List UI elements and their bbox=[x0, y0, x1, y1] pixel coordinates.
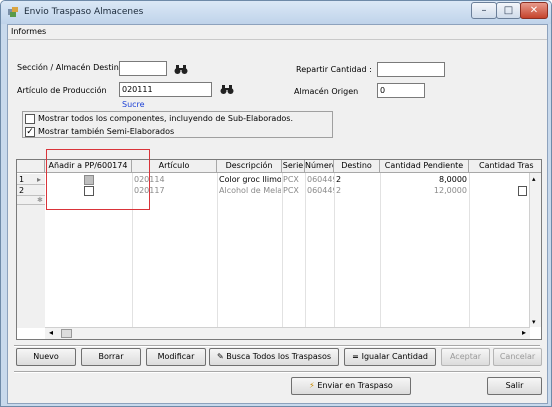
grid-line bbox=[469, 173, 470, 327]
cell-serie: PCX bbox=[283, 186, 299, 195]
row-traspaso-field[interactable] bbox=[518, 186, 527, 196]
articulo-label: Artículo de Producción bbox=[17, 86, 107, 95]
row-indicator[interactable]: 1 ▸ bbox=[17, 174, 45, 185]
igualar-label: Igualar Cantidad bbox=[361, 352, 428, 361]
new-row-icon: ✱ bbox=[37, 196, 43, 204]
cell-descripcion: Color groc llimona bbox=[219, 175, 281, 184]
articulo-input[interactable]: 020111 bbox=[119, 82, 212, 97]
col-header-serie[interactable]: Serie bbox=[282, 160, 305, 173]
col-header-descripcion[interactable]: Descripción bbox=[217, 160, 282, 173]
separator bbox=[14, 345, 540, 347]
opt2-checkbox[interactable]: ✓ bbox=[25, 127, 35, 137]
opt2-label: Mostrar también Semi-Elaborados bbox=[38, 127, 175, 136]
row-number: 2 bbox=[19, 186, 25, 195]
minimize-button[interactable]: – bbox=[471, 2, 497, 19]
grid-line bbox=[282, 173, 283, 327]
binoculars-icon[interactable] bbox=[220, 84, 234, 95]
scroll-up-icon[interactable]: ▴ bbox=[532, 175, 536, 183]
borrar-button[interactable]: Borrar bbox=[81, 348, 141, 366]
seccion-label: Sección / Almacén Destino bbox=[17, 63, 124, 72]
repartir-label: Repartir Cantidad : bbox=[296, 65, 372, 74]
scroll-down-icon[interactable]: ▾ bbox=[532, 318, 536, 326]
busca-label: Busca Todos los Traspasos bbox=[226, 352, 332, 361]
col-header-pendiente[interactable]: Cantidad Pendiente bbox=[380, 160, 469, 173]
cell-pendiente: 8,0000 bbox=[439, 175, 467, 184]
nuevo-button[interactable]: Nuevo bbox=[16, 348, 76, 366]
aceptar-button[interactable]: Aceptar bbox=[441, 348, 490, 366]
menu-bar: Informes bbox=[8, 25, 547, 40]
enviar-label: Enviar en Traspaso bbox=[317, 381, 393, 390]
cell-pendiente: 12,0000 bbox=[433, 186, 467, 195]
busca-traspasos-button[interactable]: ✎ Busca Todos los Traspasos bbox=[209, 348, 339, 366]
col-header-numero[interactable]: Número bbox=[305, 160, 334, 173]
cell-destino: 2 bbox=[336, 175, 342, 184]
cancelar-button[interactable]: Cancelar bbox=[493, 348, 542, 366]
main-window: Envio Traspaso Almacenes – □ ✕ Informes … bbox=[0, 0, 552, 407]
grid-line bbox=[334, 173, 335, 327]
col-header-destino[interactable]: Destino bbox=[334, 160, 380, 173]
row-header-column bbox=[17, 205, 45, 328]
grid-line bbox=[217, 173, 218, 327]
close-button[interactable]: ✕ bbox=[520, 2, 548, 19]
igualar-cantidad-button[interactable]: = Igualar Cantidad bbox=[344, 348, 436, 366]
new-row-indicator[interactable]: ✱ bbox=[17, 196, 45, 205]
app-icon bbox=[8, 7, 18, 17]
opt1-label: Mostrar todos los componentes, incluyend… bbox=[38, 114, 294, 123]
menu-informes[interactable]: Informes bbox=[11, 27, 46, 36]
grid-line bbox=[305, 173, 306, 327]
horizontal-scrollbar[interactable]: ◂ ▸ bbox=[45, 327, 530, 339]
scroll-right-icon[interactable]: ▸ bbox=[522, 328, 526, 337]
opt1-checkbox[interactable] bbox=[25, 114, 35, 124]
maximize-button[interactable]: □ bbox=[496, 2, 521, 19]
repartir-input[interactable] bbox=[377, 62, 445, 77]
articulo-description: Sucre bbox=[122, 100, 145, 109]
almacen-origen-label: Almacén Origen bbox=[294, 87, 359, 96]
search-icon: ✎ bbox=[216, 352, 227, 361]
grid-corner bbox=[17, 160, 45, 173]
client-area: Informes Sección / Almacén Destino Artíc… bbox=[7, 24, 548, 404]
scroll-thumb[interactable] bbox=[61, 329, 72, 338]
row-indicator[interactable]: 2 bbox=[17, 185, 45, 196]
equals-icon: = bbox=[352, 352, 362, 361]
binoculars-icon[interactable] bbox=[174, 64, 188, 75]
cell-numero: 060449 bbox=[307, 186, 334, 195]
row-number: 1 bbox=[19, 175, 25, 184]
cell-descripcion: Alcohol de Melas bbox=[219, 186, 281, 195]
col-header-traspaso[interactable]: Cantidad Tras bbox=[469, 160, 541, 173]
cell-destino: 2 bbox=[336, 186, 342, 195]
almacen-origen-input[interactable]: 0 bbox=[377, 83, 425, 98]
cell-serie: PCX bbox=[283, 175, 299, 184]
current-row-arrow-icon: ▸ bbox=[37, 175, 42, 184]
seccion-input[interactable] bbox=[119, 61, 167, 76]
salir-button[interactable]: Salir bbox=[487, 377, 542, 395]
grid-line bbox=[380, 173, 381, 327]
highlight-annotation bbox=[46, 149, 150, 210]
scroll-left-icon[interactable]: ◂ bbox=[49, 328, 53, 337]
separator bbox=[14, 371, 540, 373]
enviar-traspaso-button[interactable]: ⚡ Enviar en Traspaso bbox=[291, 377, 411, 395]
modificar-button[interactable]: Modificar bbox=[146, 348, 206, 366]
window-title: Envio Traspaso Almacenes bbox=[24, 7, 144, 17]
vertical-scrollbar[interactable]: ▴ ▾ bbox=[529, 173, 541, 327]
cell-numero: 060449 bbox=[307, 175, 334, 184]
title-bar: Envio Traspaso Almacenes – □ ✕ bbox=[1, 1, 551, 24]
